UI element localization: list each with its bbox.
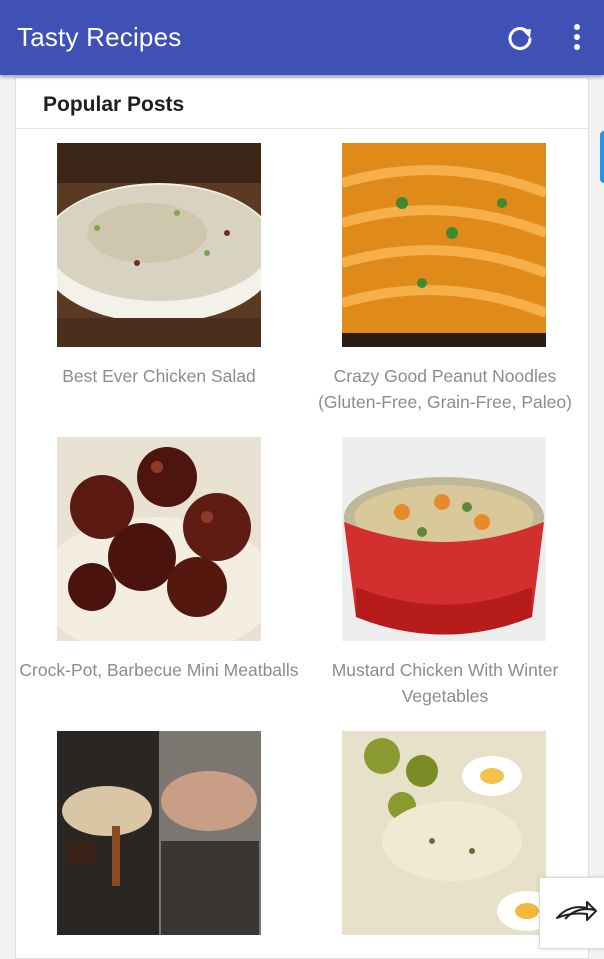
chicken-salad-photo (57, 143, 261, 347)
meatballs-photo (57, 437, 261, 641)
post-thumbnail[interactable] (342, 143, 546, 347)
app-title: Tasty Recipes (17, 22, 182, 52)
post-thumbnail[interactable] (342, 731, 546, 935)
refresh-icon (508, 27, 532, 51)
potato-salad-photo (342, 731, 546, 935)
mustard-chicken-photo (342, 437, 546, 641)
side-drawer-tab[interactable] (600, 131, 604, 183)
share-arrow-icon (556, 901, 597, 921)
card-header: Popular Posts (16, 78, 588, 129)
app-bar: Tasty Recipes (0, 0, 604, 75)
slow-cooker-cocoa-photo (57, 731, 261, 935)
post-thumbnail[interactable] (342, 437, 546, 641)
post-title[interactable]: Crock-Pot, Barbecue Mini Meatballs (16, 657, 302, 683)
section-title: Popular Posts (43, 93, 185, 116)
popular-posts-card: Popular Posts Best Ever Chicken Salad Cr… (15, 77, 589, 959)
share-button[interactable] (539, 877, 604, 949)
post-thumbnail[interactable] (57, 437, 261, 641)
post-title[interactable]: Mustard Chicken With Winter Vegetables (302, 657, 588, 709)
post-title[interactable]: Crazy Good Peanut Noodles (Gluten-Free, … (302, 363, 588, 415)
post-thumbnail[interactable] (57, 143, 261, 347)
peanut-noodles-photo (342, 143, 546, 347)
refresh-button[interactable] (502, 20, 538, 56)
post-thumbnail[interactable] (57, 731, 261, 935)
post-title[interactable]: Best Ever Chicken Salad (16, 363, 302, 389)
more-vert-icon (574, 24, 580, 50)
more-options-button[interactable] (560, 20, 596, 56)
